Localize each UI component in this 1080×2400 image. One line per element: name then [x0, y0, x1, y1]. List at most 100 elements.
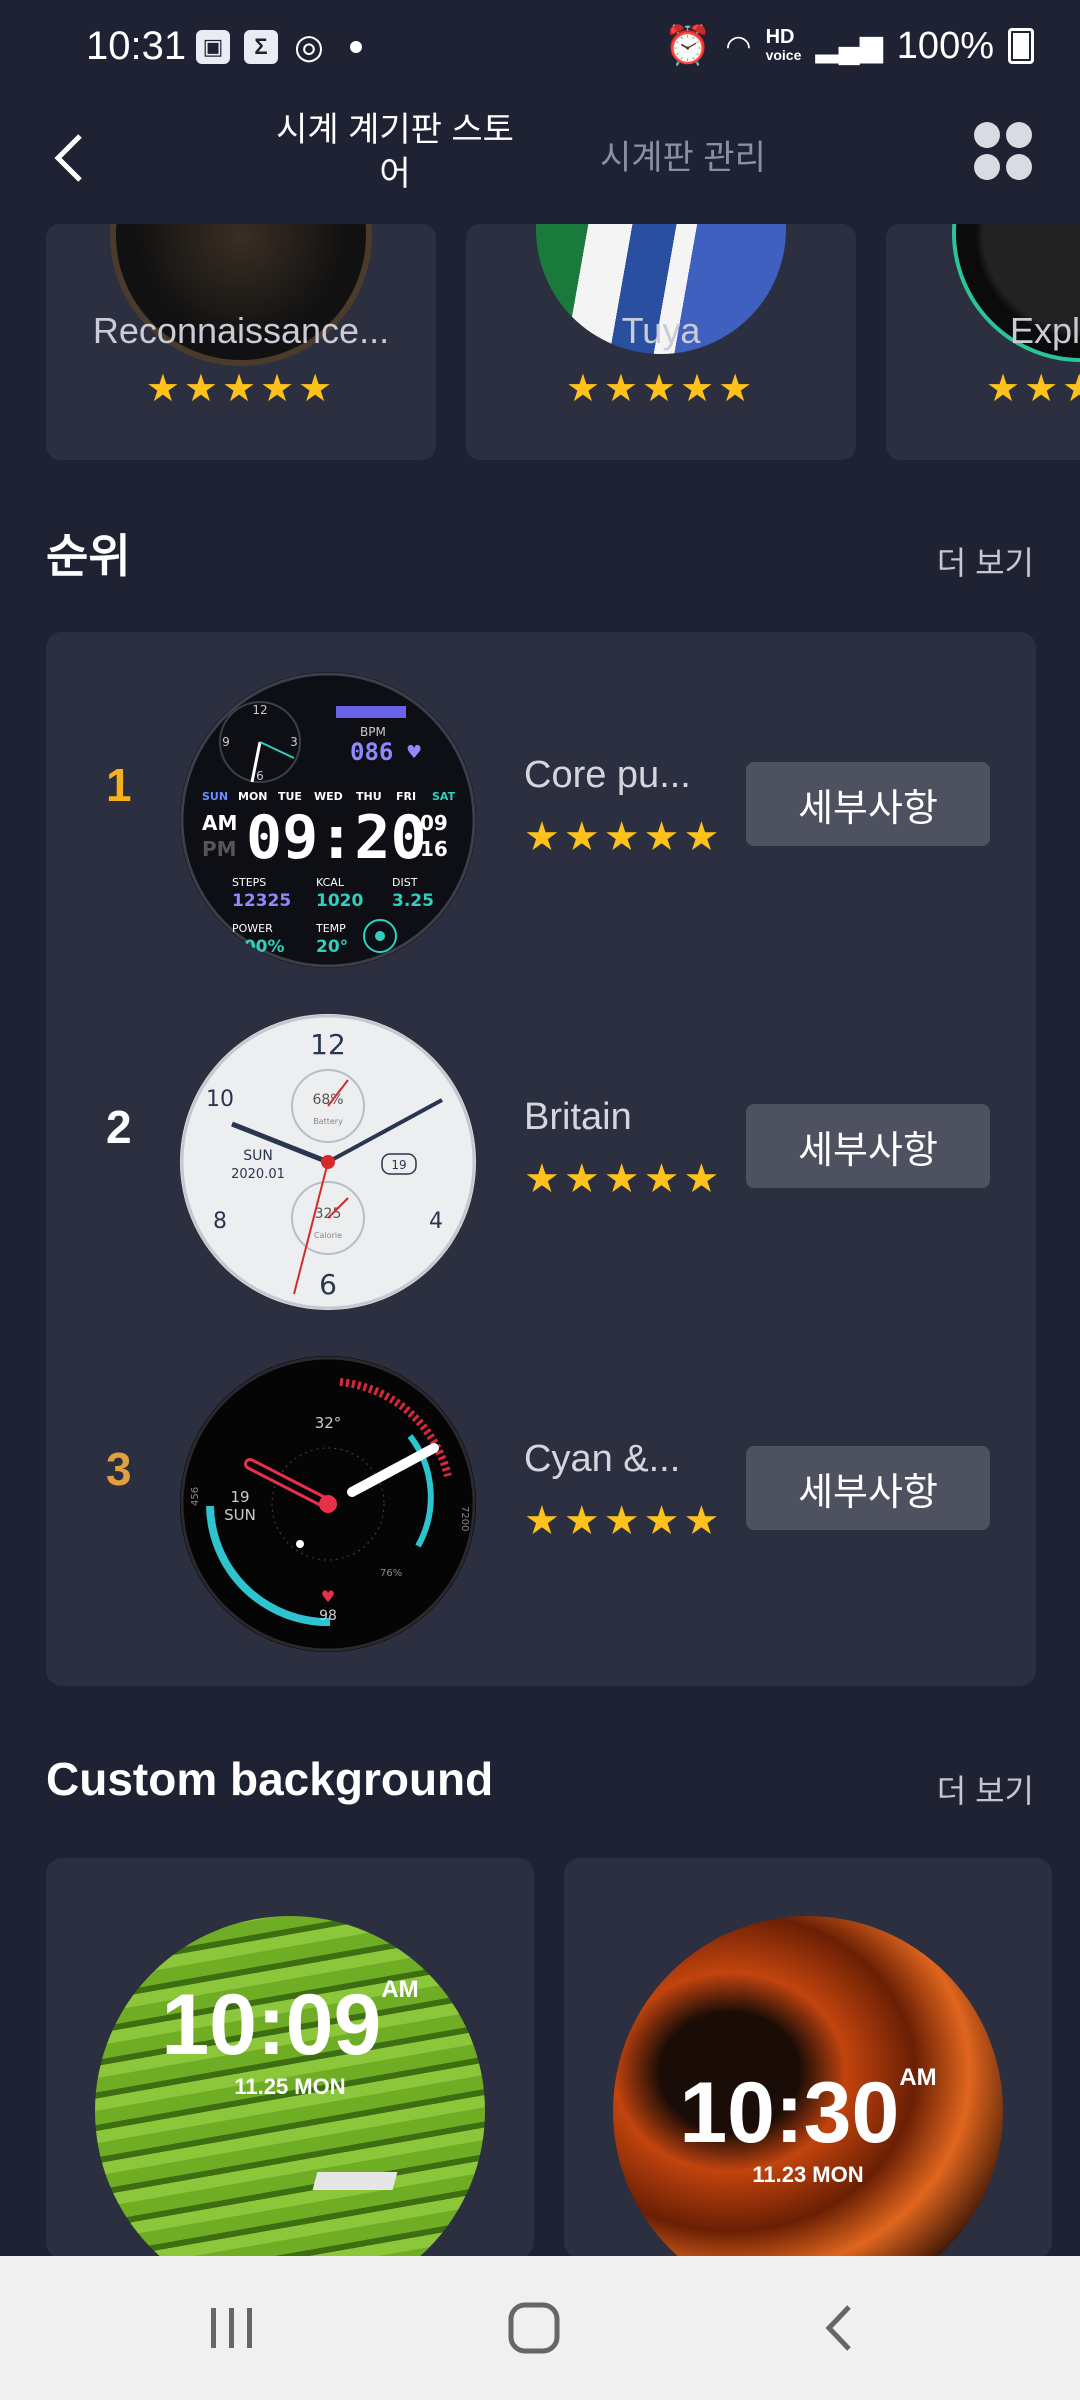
svg-text:MON: MON	[238, 790, 268, 803]
svg-text:SUN: SUN	[224, 1506, 256, 1524]
preview-time: 10:09AM	[161, 1976, 419, 2073]
svg-text:SAT: SAT	[432, 790, 456, 803]
notification-icons: ▣ Σ ◎	[196, 28, 362, 66]
rating-stars: ★★★★★	[524, 1157, 724, 1201]
details-button[interactable]: 세부사항	[746, 1104, 990, 1188]
home-icon	[508, 2302, 560, 2354]
svg-text:THU: THU	[356, 790, 382, 803]
svg-text:WED: WED	[314, 790, 343, 803]
custom-background-card[interactable]: 10:09AM 11.25 MON	[46, 1858, 534, 2258]
back-icon	[825, 2305, 851, 2351]
svg-text:16: 16	[420, 837, 448, 861]
app-header: 시계 계기판 스토어 시계판 관리	[0, 100, 1080, 224]
featured-card[interactable]: Reconnaissance... ★★★★★	[46, 224, 436, 460]
svg-text:3: 3	[290, 735, 298, 749]
svg-text:76%: 76%	[380, 1568, 402, 1579]
rating-stars: ★★★★★	[524, 815, 724, 859]
home-button[interactable]	[494, 2296, 574, 2360]
ranking-title: 순위	[46, 530, 131, 582]
svg-text:09: 09	[420, 811, 448, 835]
featured-name: Reconnaissance...	[92, 310, 390, 351]
sigma-icon: Σ	[244, 30, 278, 64]
recent-apps-icon	[211, 2308, 252, 2348]
battery-icon	[1008, 28, 1034, 64]
rank-number: 3	[106, 1443, 132, 1495]
watch-face-preview: 32° 19 SUN ♥ 98 456 7200 76%	[180, 1356, 476, 1652]
custom-background-card[interactable]: 10:30AM 11.23 MON	[564, 1858, 1052, 2258]
details-button[interactable]: 세부사항	[746, 1446, 990, 1530]
rating-stars: ★★★★★	[524, 1499, 724, 1543]
grid-dot-icon	[974, 122, 1000, 148]
ranking-panel: 1 12 9 3 6 BPM 086 ♥ SUN MON TUE WED THU…	[46, 632, 1036, 1686]
custom-background-title: Custom background	[46, 1753, 494, 1805]
svg-text:10: 10	[206, 1087, 234, 1112]
svg-text:AM: AM	[202, 811, 237, 835]
svg-text:TUE: TUE	[278, 790, 302, 803]
featured-card[interactable]: Tuya ★★★★★	[466, 224, 856, 460]
svg-text:8: 8	[213, 1209, 227, 1234]
preview-date: 11.23 MON	[752, 2162, 864, 2187]
svg-text:SUN: SUN	[202, 790, 228, 803]
svg-text:12325: 12325	[232, 891, 291, 911]
rating-stars: ★★★★★	[145, 368, 337, 410]
svg-text:PM: PM	[202, 837, 237, 861]
rating-stars: ★★★★★	[986, 368, 1080, 410]
grid-dot-icon	[1006, 122, 1032, 148]
more-notifications-dot-icon	[350, 41, 362, 53]
preview-date: 11.25 MON	[234, 2074, 346, 2099]
chevron-left-icon	[54, 134, 82, 182]
svg-text:Battery: Battery	[313, 1117, 343, 1126]
grid-menu-button[interactable]	[974, 122, 1032, 180]
svg-text:TEMP: TEMP	[315, 922, 346, 935]
custom-background-preview: 10:30AM 11.23 MON	[613, 1916, 1003, 2258]
core-pulse-watch-face: 12 9 3 6 BPM 086 ♥ SUN MON TUE WED THU F…	[180, 672, 476, 968]
tab-watch-face-store[interactable]: 시계 계기판 스토어	[270, 108, 520, 196]
custom-background-more-link[interactable]: 더 보기	[937, 1766, 1034, 1812]
svg-text:20°: 20°	[316, 937, 348, 957]
rating-stars: ★★★★★	[565, 368, 757, 410]
svg-text:STEPS: STEPS	[232, 876, 266, 889]
ranking-item[interactable]: 1 12 9 3 6 BPM 086 ♥ SUN MON TUE WED THU…	[46, 632, 1036, 968]
grid-dot-icon	[1006, 154, 1032, 180]
back-button[interactable]	[40, 128, 100, 188]
svg-text:19: 19	[391, 1158, 406, 1172]
svg-text:12: 12	[252, 703, 267, 717]
system-navigation-bar	[0, 2256, 1080, 2400]
svg-text:9: 9	[222, 735, 230, 749]
ranking-item[interactable]: 3 32° 19 SUN ♥ 98 456 7200 76% Cyan &...…	[46, 1316, 1036, 1652]
ranking-item[interactable]: 2 12 10 8 4 6 68% Battery 325 Calorie SU…	[46, 974, 1036, 1310]
svg-text:12: 12	[310, 1028, 346, 1061]
svg-text:♥: ♥	[406, 742, 422, 763]
svg-text:Calorie: Calorie	[314, 1231, 342, 1240]
featured-carousel: Reconnaissance... ★★★★★ Tuya ★★★★★ Expl …	[0, 224, 1080, 462]
svg-text:BPM: BPM	[360, 725, 386, 739]
svg-text:POWER: POWER	[232, 922, 273, 935]
hut-icon	[312, 2172, 398, 2190]
status-bar: 10:31 ▣ Σ ◎ ⏰ ◠ HD voice ▂▄▆ 100%	[0, 0, 1080, 100]
featured-name: Expl	[1010, 310, 1080, 351]
status-time: 10:31	[86, 24, 187, 68]
svg-text:1020: 1020	[316, 891, 363, 911]
watch-face-name: Core pu...	[524, 754, 691, 796]
tab-watch-face-management[interactable]: 시계판 관리	[600, 130, 766, 179]
svg-text:3.25: 3.25	[392, 891, 434, 911]
system-icons: ⏰ ◠ HD voice ▂▄▆ 100%	[664, 24, 1034, 68]
britain-watch-face: 12 10 8 4 6 68% Battery 325 Calorie SUN …	[180, 1014, 476, 1310]
wifi-icon: ◠	[725, 29, 752, 63]
cyan-watch-face: 32° 19 SUN ♥ 98 456 7200 76%	[180, 1356, 476, 1652]
svg-text:19: 19	[230, 1488, 249, 1506]
svg-text:KCAL: KCAL	[316, 876, 345, 889]
featured-card[interactable]: Expl ★★★★★	[886, 224, 1080, 460]
svg-text:456: 456	[190, 1487, 201, 1506]
back-nav-button[interactable]	[798, 2296, 878, 2360]
watch-face-preview: 12 9 3 6 BPM 086 ♥ SUN MON TUE WED THU F…	[180, 672, 476, 968]
ranking-more-link[interactable]: 더 보기	[937, 538, 1034, 584]
rank-number: 2	[106, 1101, 132, 1153]
gallery-icon: ▣	[196, 30, 230, 64]
svg-text:100%: 100%	[232, 937, 285, 957]
svg-text:7200: 7200	[459, 1506, 470, 1531]
svg-text:DIST: DIST	[392, 876, 418, 889]
recent-apps-button[interactable]	[192, 2296, 272, 2360]
details-button[interactable]: 세부사항	[746, 762, 990, 846]
svg-text:FRI: FRI	[396, 790, 416, 803]
